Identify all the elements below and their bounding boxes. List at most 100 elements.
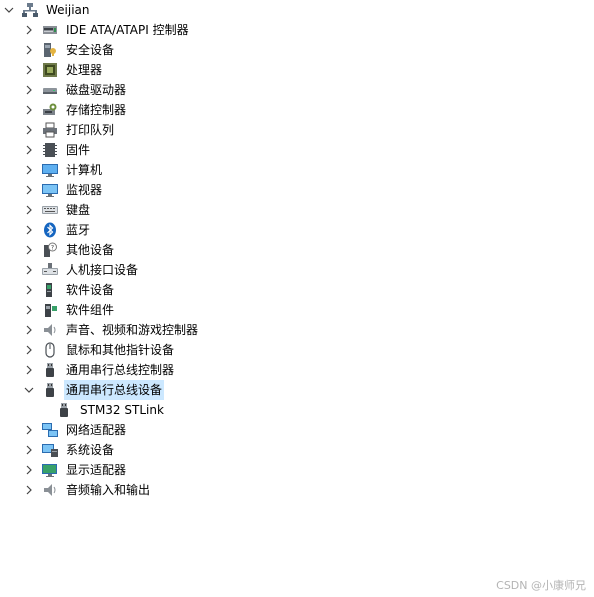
chevron-right-icon[interactable] (22, 340, 36, 360)
chevron-right-icon[interactable] (22, 220, 36, 240)
tree-category-label: 音频输入和输出 (66, 483, 151, 497)
monitor-icon (42, 182, 58, 198)
tree-root-label: Weijian (46, 3, 90, 17)
tree-category-label: 打印队列 (66, 123, 115, 137)
tree-category[interactable]: 软件组件 (22, 300, 116, 320)
other-devices-icon: ? (42, 242, 58, 258)
tree-category-label: 声音、视频和游戏控制器 (66, 323, 199, 337)
tree-category-label: IDE ATA/ATAPI 控制器 (66, 23, 189, 37)
tree-category[interactable]: 音频输入和输出 (22, 480, 152, 500)
computer-network-icon (22, 2, 38, 18)
ide-controller-icon (42, 22, 58, 38)
tree-category[interactable]: 键盘 (22, 200, 92, 220)
tree-category-label: 软件组件 (66, 303, 115, 317)
tree-category[interactable]: ? 其他设备 (22, 240, 116, 260)
tree-device[interactable]: STM32 STLink (50, 400, 166, 420)
security-device-icon (42, 42, 58, 58)
tree-category-label: 计算机 (66, 163, 103, 177)
tree-category-label: 安全设备 (66, 43, 115, 57)
tree-category-label: 其他设备 (66, 243, 115, 257)
chevron-right-icon[interactable] (22, 20, 36, 40)
tree-category[interactable]: 监视器 (22, 180, 104, 200)
chevron-right-icon[interactable] (22, 180, 36, 200)
tree-category[interactable]: 存储控制器 (22, 100, 128, 120)
tree-category-label: 显示适配器 (66, 463, 127, 477)
network-adapter-icon (42, 422, 58, 438)
chevron-right-icon[interactable] (22, 200, 36, 220)
chevron-right-icon[interactable] (22, 140, 36, 160)
disk-drive-icon (42, 82, 58, 98)
tree-category-label: 键盘 (66, 203, 91, 217)
hid-icon (42, 262, 58, 278)
tree-category[interactable]: 显示适配器 (22, 460, 128, 480)
tree-category[interactable]: 网络适配器 (22, 420, 128, 440)
software-device-icon (42, 282, 58, 298)
tree-category-label: 鼠标和其他指针设备 (66, 343, 175, 357)
chevron-right-icon[interactable] (22, 300, 36, 320)
tree-category-label: 处理器 (66, 63, 103, 77)
audio-io-icon (42, 482, 58, 498)
tree-category[interactable]: 固件 (22, 140, 92, 160)
chevron-right-icon[interactable] (22, 440, 36, 460)
tree-category-label: 磁盘驱动器 (66, 83, 127, 97)
chevron-right-icon[interactable] (22, 460, 36, 480)
tree-category-label: 人机接口设备 (66, 263, 139, 277)
tree-category-label: 软件设备 (66, 283, 115, 297)
display-adapter-icon (42, 462, 58, 478)
svg-text:?: ? (51, 245, 54, 252)
printer-icon (42, 122, 58, 138)
chevron-right-icon[interactable] (22, 80, 36, 100)
chevron-right-icon[interactable] (22, 100, 36, 120)
tree-category-label: 系统设备 (66, 443, 115, 457)
chevron-right-icon[interactable] (22, 320, 36, 340)
usb-device-icon (56, 402, 72, 418)
tree-category[interactable]: 人机接口设备 (22, 260, 140, 280)
tree-category-label: 通用串行总线控制器 (66, 363, 175, 377)
tree-category[interactable]: 安全设备 (22, 40, 116, 60)
tree-category-label: 通用串行总线设备 (64, 380, 165, 400)
chevron-down-icon[interactable] (2, 0, 16, 20)
tree-category[interactable]: 处理器 (22, 60, 104, 80)
tree-category[interactable]: 声音、视频和游戏控制器 (22, 320, 200, 340)
chevron-down-icon[interactable] (22, 380, 36, 400)
chevron-right-icon[interactable] (22, 280, 36, 300)
tree-root[interactable]: Weijian (2, 0, 92, 20)
tree-category[interactable]: 蓝牙 (22, 220, 92, 240)
chevron-right-icon[interactable] (22, 260, 36, 280)
system-device-icon (42, 442, 58, 458)
tree-category-label: 监视器 (66, 183, 103, 197)
tree-category[interactable]: 磁盘驱动器 (22, 80, 128, 100)
tree-category-label: 存储控制器 (66, 103, 127, 117)
tree-category[interactable]: 鼠标和其他指针设备 (22, 340, 176, 360)
tree-category[interactable]: 计算机 (22, 160, 104, 180)
tree-category[interactable]: 通用串行总线设备 (22, 380, 165, 400)
computer-icon (42, 162, 58, 178)
tree-device-label: STM32 STLink (80, 403, 164, 417)
chevron-right-icon[interactable] (22, 480, 36, 500)
usb-device-icon (42, 382, 58, 398)
chevron-right-icon[interactable] (22, 40, 36, 60)
chevron-right-icon[interactable] (22, 420, 36, 440)
watermark: CSDN @小康师兄 (496, 579, 586, 592)
tree-category[interactable]: 系统设备 (22, 440, 116, 460)
keyboard-icon (42, 202, 58, 218)
usb-controller-icon (42, 362, 58, 378)
storage-controller-icon (42, 102, 58, 118)
tree-category-label: 网络适配器 (66, 423, 127, 437)
tree-category-label: 固件 (66, 143, 91, 157)
software-component-icon (42, 302, 58, 318)
sound-icon (42, 322, 58, 338)
bluetooth-icon (42, 222, 58, 238)
chevron-right-icon[interactable] (22, 60, 36, 80)
tree-category[interactable]: 软件设备 (22, 280, 116, 300)
processor-icon (42, 62, 58, 78)
chevron-right-icon[interactable] (22, 360, 36, 380)
chevron-right-icon[interactable] (22, 160, 36, 180)
chevron-right-icon[interactable] (22, 240, 36, 260)
chevron-right-icon[interactable] (22, 120, 36, 140)
device-tree: Weijian IDE ATA/ATAPI 控制器 安全设备处理器磁盘驱动器存储控制… (0, 0, 594, 597)
tree-category[interactable]: 打印队列 (22, 120, 116, 140)
firmware-icon (42, 142, 58, 158)
tree-category[interactable]: IDE ATA/ATAPI 控制器 (22, 20, 191, 40)
tree-category[interactable]: 通用串行总线控制器 (22, 360, 176, 380)
